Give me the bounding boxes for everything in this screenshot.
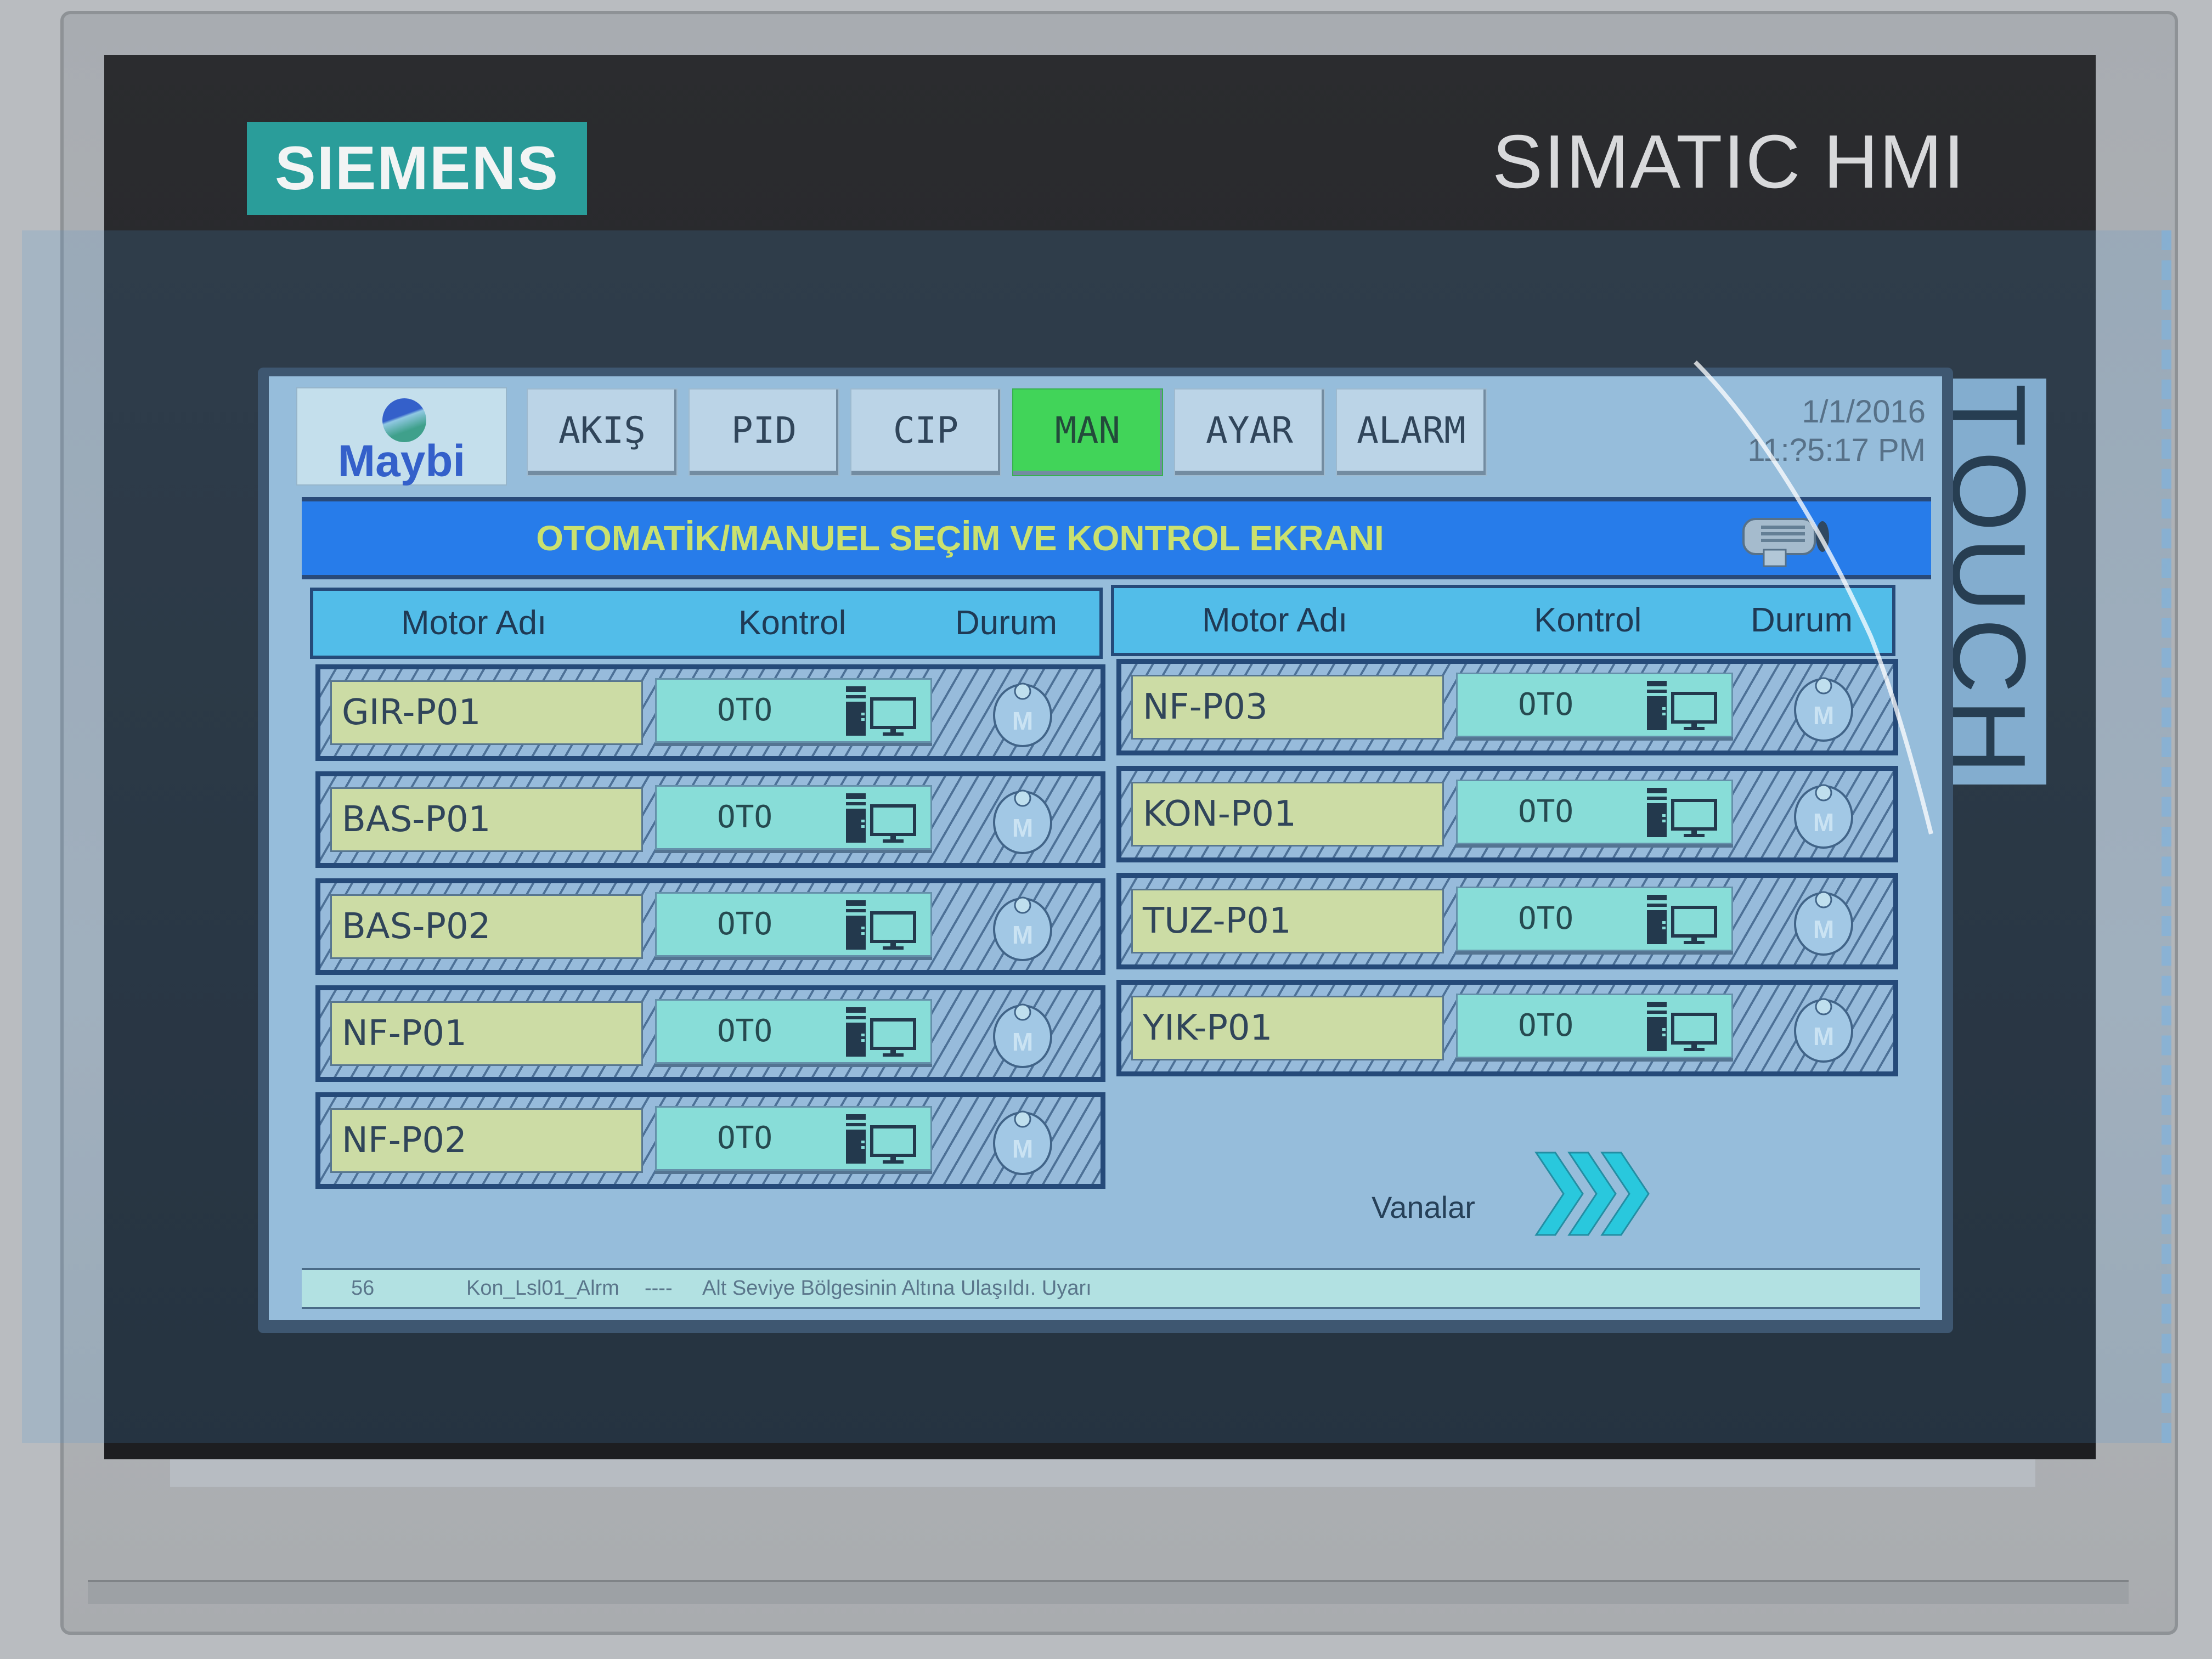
alarm-line[interactable]: 56 Kon_Lsl01_Alrm ---- Alt Seviye Bölges… — [302, 1268, 1920, 1309]
tab-man[interactable]: MAN — [1012, 388, 1163, 476]
control-mode-text: OTO — [717, 1120, 773, 1156]
vanalar-label[interactable]: Vanalar — [1372, 1188, 1475, 1227]
control-mode-text: OTO — [717, 799, 773, 835]
computer-icon — [846, 1007, 916, 1057]
svg-text:M: M — [1813, 808, 1834, 837]
computer-icon — [846, 793, 916, 843]
control-mode-text: OTO — [1518, 687, 1574, 723]
motor-row-bas-p01: BAS-P01 OTO M — [315, 771, 1105, 868]
control-mode-button[interactable]: OTO — [1456, 780, 1733, 844]
datetime-display: 1/1/2016 11:?5:17 PM — [1706, 393, 1926, 470]
simatic-hmi-label: SIMATIC HMI — [1492, 120, 1966, 204]
control-mode-text: OTO — [717, 1013, 773, 1049]
control-mode-text: OTO — [1518, 1008, 1574, 1043]
svg-text:M: M — [1813, 701, 1834, 730]
time-text: 11:?5:17 PM — [1747, 432, 1926, 468]
motor-name: NF-P01 — [330, 1001, 643, 1066]
motor-name: YIK-P01 — [1131, 996, 1444, 1060]
svg-text:M: M — [1012, 1135, 1033, 1163]
motor-row-nf-p02: NF-P02 OTO M — [315, 1092, 1105, 1189]
motor-row-bas-p02: BAS-P02 OTO M — [315, 878, 1105, 975]
manual-m-status-icon[interactable]: M — [1791, 674, 1857, 743]
housing-lip — [88, 1580, 2129, 1604]
computer-icon — [1647, 788, 1717, 837]
computer-icon — [846, 686, 916, 736]
svg-text:M: M — [1012, 921, 1033, 949]
control-mode-button[interactable]: OTO — [1456, 673, 1733, 737]
maybi-logo: Maybi — [296, 387, 507, 486]
alarm-message: Alt Seviye Bölgesinin Altına Ulaşıldı. U… — [702, 1277, 1092, 1300]
col-motor-name: Motor Adı — [401, 604, 547, 642]
tab-alarm[interactable]: ALARM — [1336, 388, 1487, 476]
svg-text:M: M — [1012, 1028, 1033, 1056]
motor-row-yik-p01: YIK-P01 OTO M — [1116, 980, 1898, 1076]
computer-icon — [846, 900, 916, 950]
control-mode-button[interactable]: OTO — [1456, 994, 1733, 1058]
manual-m-status-icon[interactable]: M — [990, 679, 1056, 748]
control-mode-button[interactable]: OTO — [655, 999, 932, 1064]
svg-text:M: M — [1813, 1022, 1834, 1051]
hmi-screen: Maybi AKIŞ PID CIP MAN AYAR ALARM 1/1/20… — [269, 376, 1942, 1320]
alarm-separator: ---- — [645, 1277, 673, 1300]
motor-row-nf-p01: NF-P01 OTO M — [315, 985, 1105, 1082]
left-table-header: Motor Adı Kontrol Durum — [310, 588, 1103, 659]
screen-title: OTOMATİK/MANUEL SEÇİM VE KONTROL EKRANI — [536, 518, 1384, 558]
motor-name: NF-P03 — [1131, 675, 1444, 740]
motor-row-gir-p01: GIR-P01 OTO M — [315, 664, 1105, 761]
tab-pid[interactable]: PID — [689, 388, 839, 476]
computer-icon — [1647, 1002, 1717, 1051]
col-motor-name: Motor Adı — [1202, 601, 1348, 639]
right-table-header: Motor Adı Kontrol Durum — [1111, 585, 1895, 656]
control-mode-text: OTO — [1518, 794, 1574, 830]
motor-name: NF-P02 — [330, 1108, 643, 1173]
computer-icon — [846, 1114, 916, 1164]
siemens-logo: SIEMENS — [247, 122, 587, 215]
motor-name: KON-P01 — [1131, 782, 1444, 847]
svg-text:M: M — [1813, 915, 1834, 944]
col-control: Kontrol — [1534, 601, 1642, 639]
motor-row-tuz-p01: TUZ-P01 OTO M — [1116, 873, 1898, 969]
tab-ayar[interactable]: AYAR — [1174, 388, 1325, 476]
alarm-tag: Kon_Lsl01_Alrm — [466, 1277, 619, 1300]
motor-row-kon-p01: KON-P01 OTO M — [1116, 766, 1898, 862]
col-status: Durum — [1751, 601, 1853, 639]
manual-m-status-icon[interactable]: M — [1791, 781, 1857, 850]
manual-m-status-icon[interactable]: M — [1791, 888, 1857, 957]
control-mode-text: OTO — [717, 692, 773, 728]
manual-m-status-icon[interactable]: M — [990, 786, 1056, 855]
alarm-number: 56 — [351, 1277, 375, 1300]
motor-name: BAS-P02 — [330, 894, 643, 959]
manual-m-status-icon[interactable]: M — [990, 1000, 1056, 1069]
control-mode-text: OTO — [717, 906, 773, 942]
tab-akis[interactable]: AKIŞ — [527, 388, 678, 476]
maybi-globe-icon — [382, 398, 426, 442]
control-mode-text: OTO — [1518, 901, 1574, 936]
screen-title-bar: OTOMATİK/MANUEL SEÇİM VE KONTROL EKRANI — [302, 497, 1931, 579]
computer-icon — [1647, 681, 1717, 730]
computer-icon — [1647, 895, 1717, 944]
motor-name: BAS-P01 — [330, 787, 643, 852]
control-mode-button[interactable]: OTO — [655, 678, 932, 743]
col-control: Kontrol — [738, 604, 847, 642]
motor-name: TUZ-P01 — [1131, 889, 1444, 953]
manual-m-status-icon[interactable]: M — [990, 1107, 1056, 1176]
triple-chevron-right-icon[interactable] — [1531, 1150, 1662, 1238]
tab-cip[interactable]: CIP — [850, 388, 1001, 476]
control-mode-button[interactable]: OTO — [655, 892, 932, 957]
motor-icon — [1742, 518, 1829, 567]
date-text: 1/1/2016 — [1802, 394, 1926, 430]
svg-text:M: M — [1012, 814, 1033, 842]
control-mode-button[interactable]: OTO — [655, 1106, 932, 1171]
motor-name: GIR-P01 — [330, 680, 643, 745]
col-status: Durum — [955, 604, 1058, 642]
manual-m-status-icon[interactable]: M — [990, 893, 1056, 962]
motor-row-nf-p03: NF-P03 OTO M — [1116, 659, 1898, 755]
svg-text:M: M — [1012, 707, 1033, 735]
logo-text: Maybi — [337, 436, 466, 486]
control-mode-button[interactable]: OTO — [1456, 887, 1733, 951]
manual-m-status-icon[interactable]: M — [1791, 995, 1857, 1064]
control-mode-button[interactable]: OTO — [655, 785, 932, 850]
